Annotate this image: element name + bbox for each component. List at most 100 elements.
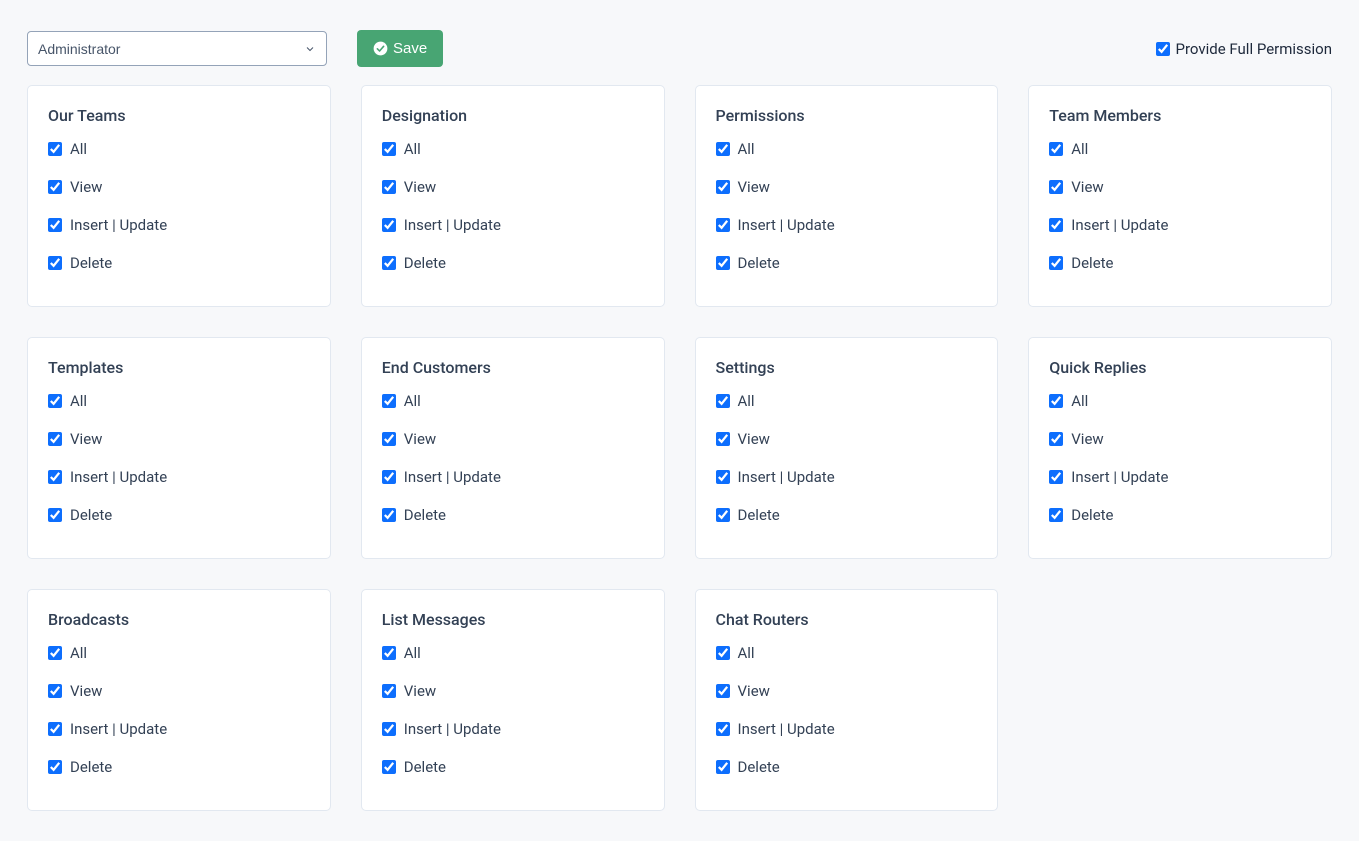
perm-row-all[interactable]: All [716,140,978,158]
perm-row-insert-update[interactable]: Insert | Update [382,720,644,738]
perm-checkbox-insert-update[interactable] [1049,470,1063,484]
perm-checkbox-delete[interactable] [382,760,396,774]
perm-checkbox-delete[interactable] [48,508,62,522]
perm-checkbox-insert-update[interactable] [382,470,396,484]
perm-checkbox-insert-update[interactable] [382,722,396,736]
perm-row-delete[interactable]: Delete [1049,506,1311,524]
perm-checkbox-all[interactable] [1049,142,1063,156]
perm-row-delete[interactable]: Delete [48,506,310,524]
perm-row-view[interactable]: View [716,430,978,448]
perm-row-all[interactable]: All [48,644,310,662]
perm-row-insert-update[interactable]: Insert | Update [716,216,978,234]
perm-row-delete[interactable]: Delete [1049,254,1311,272]
perm-checkbox-all[interactable] [48,394,62,408]
perm-row-delete[interactable]: Delete [48,758,310,776]
perm-checkbox-delete[interactable] [48,256,62,270]
perm-checkbox-insert-update[interactable] [48,218,62,232]
perm-checkbox-view[interactable] [382,432,396,446]
perm-label: Delete [404,254,446,272]
perm-checkbox-view[interactable] [48,684,62,698]
perm-checkbox-insert-update[interactable] [716,470,730,484]
perm-label: Delete [70,758,112,776]
perm-row-insert-update[interactable]: Insert | Update [716,720,978,738]
perm-row-all[interactable]: All [1049,140,1311,158]
perm-row-all[interactable]: All [716,644,978,662]
permission-card: Chat RoutersAllViewInsert | UpdateDelete [695,589,999,811]
perm-checkbox-insert-update[interactable] [382,218,396,232]
perm-checkbox-insert-update[interactable] [48,722,62,736]
perm-checkbox-view[interactable] [48,432,62,446]
perm-row-view[interactable]: View [48,682,310,700]
perm-checkbox-all[interactable] [48,646,62,660]
perm-checkbox-delete[interactable] [382,256,396,270]
perm-checkbox-insert-update[interactable] [716,722,730,736]
role-select[interactable]: Administrator [27,31,327,66]
perm-row-delete[interactable]: Delete [382,254,644,272]
perm-row-insert-update[interactable]: Insert | Update [48,216,310,234]
perm-checkbox-delete[interactable] [48,760,62,774]
full-permission-toggle[interactable]: Provide Full Permission [1156,40,1332,58]
perm-row-insert-update[interactable]: Insert | Update [48,720,310,738]
perm-checkbox-all[interactable] [716,646,730,660]
perm-checkbox-insert-update[interactable] [48,470,62,484]
perm-checkbox-delete[interactable] [1049,508,1063,522]
perm-row-view[interactable]: View [48,430,310,448]
perm-label: Insert | Update [738,468,835,486]
perm-checkbox-view[interactable] [1049,180,1063,194]
perm-checkbox-all[interactable] [716,142,730,156]
permission-card: PermissionsAllViewInsert | UpdateDelete [695,85,999,307]
perm-checkbox-delete[interactable] [716,256,730,270]
perm-checkbox-all[interactable] [382,646,396,660]
perm-checkbox-delete[interactable] [382,508,396,522]
perm-checkbox-all[interactable] [382,394,396,408]
perm-row-insert-update[interactable]: Insert | Update [48,468,310,486]
perm-row-view[interactable]: View [716,682,978,700]
perm-checkbox-view[interactable] [716,684,730,698]
perm-row-view[interactable]: View [1049,430,1311,448]
perm-checkbox-view[interactable] [716,180,730,194]
perm-row-delete[interactable]: Delete [48,254,310,272]
perm-checkbox-all[interactable] [48,142,62,156]
perm-row-insert-update[interactable]: Insert | Update [382,468,644,486]
perm-row-all[interactable]: All [1049,392,1311,410]
perm-row-view[interactable]: View [382,178,644,196]
perm-checkbox-all[interactable] [1049,394,1063,408]
full-permission-checkbox[interactable] [1156,42,1170,56]
perm-label: View [404,682,436,700]
perm-row-delete[interactable]: Delete [716,254,978,272]
perm-row-delete[interactable]: Delete [382,506,644,524]
perm-row-insert-update[interactable]: Insert | Update [1049,468,1311,486]
perm-checkbox-view[interactable] [1049,432,1063,446]
perm-row-delete[interactable]: Delete [382,758,644,776]
perm-label: All [738,140,755,158]
perm-row-all[interactable]: All [48,392,310,410]
perm-row-view[interactable]: View [382,682,644,700]
perm-row-insert-update[interactable]: Insert | Update [1049,216,1311,234]
perm-checkbox-delete[interactable] [1049,256,1063,270]
perm-row-view[interactable]: View [716,178,978,196]
perm-row-all[interactable]: All [48,140,310,158]
perm-checkbox-all[interactable] [382,142,396,156]
card-title: Our Teams [48,106,310,125]
perm-row-all[interactable]: All [382,644,644,662]
perm-row-all[interactable]: All [716,392,978,410]
perm-checkbox-delete[interactable] [716,760,730,774]
perm-checkbox-view[interactable] [382,180,396,194]
perm-row-delete[interactable]: Delete [716,506,978,524]
perm-row-delete[interactable]: Delete [716,758,978,776]
perm-checkbox-view[interactable] [716,432,730,446]
perm-checkbox-view[interactable] [48,180,62,194]
perm-checkbox-view[interactable] [382,684,396,698]
perm-checkbox-delete[interactable] [716,508,730,522]
perm-row-view[interactable]: View [1049,178,1311,196]
perm-checkbox-insert-update[interactable] [1049,218,1063,232]
perm-checkbox-insert-update[interactable] [716,218,730,232]
perm-row-insert-update[interactable]: Insert | Update [716,468,978,486]
perm-row-insert-update[interactable]: Insert | Update [382,216,644,234]
perm-row-view[interactable]: View [48,178,310,196]
save-button[interactable]: Save [357,30,443,67]
perm-row-all[interactable]: All [382,140,644,158]
perm-checkbox-all[interactable] [716,394,730,408]
perm-row-view[interactable]: View [382,430,644,448]
perm-row-all[interactable]: All [382,392,644,410]
